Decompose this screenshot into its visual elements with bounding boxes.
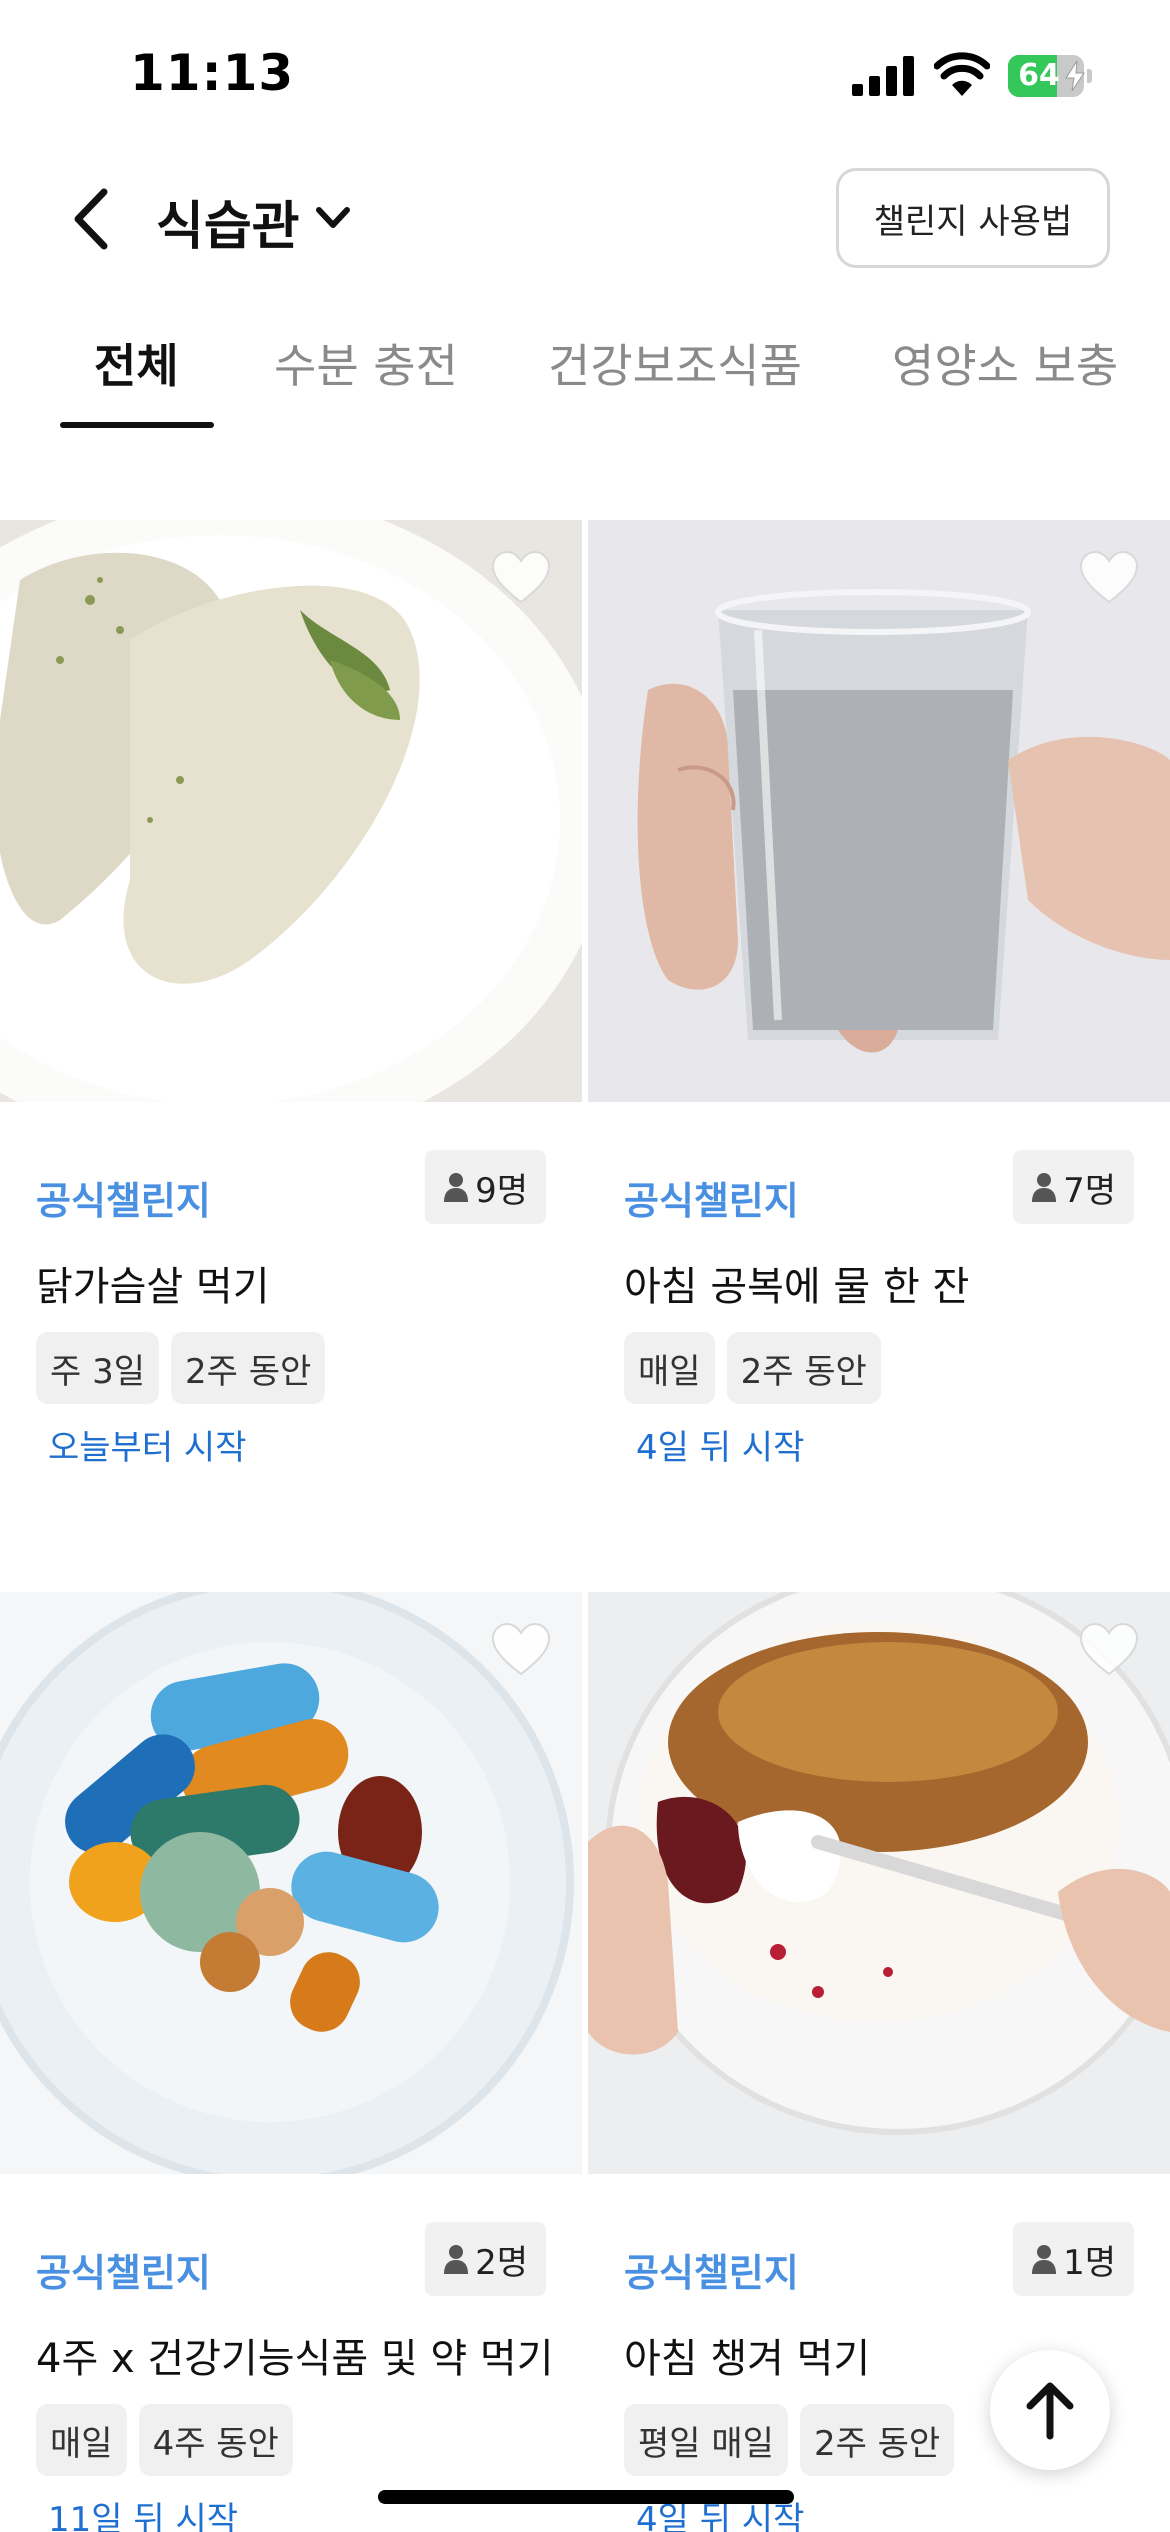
battery-cap — [1087, 69, 1092, 83]
status-bar: 11:13 64 — [0, 0, 1170, 150]
challenge-title: 닭가슴살 먹기 — [36, 1264, 270, 1310]
challenge-card[interactable]: 공식챌린지 2명 4주 x 건강기능식품 및 약 먹기 매일 4주 동안 11일… — [0, 1592, 582, 2532]
challenge-image-water-glass — [588, 520, 1170, 1102]
frequency-tag: 주 3일 — [36, 1332, 159, 1404]
challenge-title: 아침 챙겨 먹기 — [624, 2336, 871, 2382]
frequency-tag: 매일 — [624, 1332, 715, 1404]
arrow-up-icon — [1026, 2382, 1074, 2440]
challenge-tags: 매일 2주 동안 — [624, 1332, 881, 1404]
home-indicator[interactable] — [378, 2490, 794, 2504]
start-date-text: 오늘부터 시작 — [48, 1428, 247, 1468]
duration-tag: 2주 동안 — [799, 2404, 955, 2476]
status-time: 11:13 — [130, 44, 295, 102]
tab-all[interactable]: 전체 — [94, 330, 179, 396]
official-challenge-badge: 공식챌린지 — [36, 2251, 211, 2295]
active-tab-indicator — [60, 422, 214, 428]
frequency-tag: 매일 — [36, 2404, 127, 2476]
member-count: 7명 — [1013, 1150, 1134, 1224]
member-count-text: 7명 — [1063, 1170, 1116, 1211]
person-icon — [444, 2245, 469, 2274]
challenge-card[interactable]: 공식챌린지 9명 닭가슴살 먹기 주 3일 2주 동안 오늘부터 시작 — [0, 520, 582, 1480]
member-count-text: 2명 — [475, 2242, 528, 2283]
official-challenge-badge: 공식챌린지 — [36, 1179, 211, 1223]
member-count: 9명 — [425, 1150, 546, 1224]
challenge-image-chicken-breast — [0, 520, 582, 1102]
tab-hydration[interactable]: 수분 충전 — [274, 330, 458, 396]
challenge-guide-button[interactable]: 챌린지 사용법 — [836, 168, 1110, 268]
person-icon — [444, 1173, 469, 1202]
person-icon — [1032, 2245, 1057, 2274]
scroll-top-button[interactable] — [990, 2350, 1110, 2470]
start-date-text: 4일 뒤 시작 — [636, 1428, 805, 1468]
start-date-text: 11일 뒤 시작 — [48, 2500, 238, 2532]
nav-header: 식습관 챌린지 사용법 — [0, 160, 1170, 280]
heart-icon[interactable] — [1078, 1622, 1140, 1678]
chevron-down-icon[interactable] — [314, 204, 352, 232]
challenge-image-breakfast-bowl — [588, 1592, 1170, 2174]
challenge-title: 아침 공복에 물 한 잔 — [624, 1264, 970, 1310]
frequency-tag: 평일 매일 — [624, 2404, 788, 2476]
official-challenge-badge: 공식챌린지 — [624, 2251, 799, 2295]
chevron-left-icon[interactable] — [66, 186, 116, 252]
wifi-icon — [934, 52, 990, 96]
challenge-card[interactable]: 공식챌린지 7명 아침 공복에 물 한 잔 매일 2주 동안 4일 뒤 시작 — [588, 520, 1170, 1480]
official-challenge-badge: 공식챌린지 — [624, 1179, 799, 1223]
member-count-text: 9명 — [475, 1170, 528, 1211]
person-icon — [1032, 1173, 1057, 1202]
tab-health-supplements[interactable]: 건강보조식품 — [548, 330, 802, 396]
category-tabs: 전체 수분 충전 건강보조식품 영양소 보충 — [0, 300, 1170, 430]
heart-icon[interactable] — [1078, 550, 1140, 606]
challenge-tags: 주 3일 2주 동안 — [36, 1332, 326, 1404]
signal-icon — [852, 56, 914, 96]
tab-nutrient-supplements[interactable]: 영양소 보충 — [892, 330, 1118, 396]
duration-tag: 2주 동안 — [726, 1332, 881, 1404]
heart-icon[interactable] — [490, 1622, 552, 1678]
page-title[interactable]: 식습관 — [156, 184, 300, 259]
member-count: 1명 — [1013, 2222, 1134, 2296]
duration-tag: 2주 동안 — [171, 1332, 326, 1404]
heart-icon[interactable] — [490, 550, 552, 606]
charging-bolt-icon — [1065, 61, 1085, 91]
challenge-tags: 매일 4주 동안 — [36, 2404, 293, 2476]
challenge-tags: 평일 매일 2주 동안 — [624, 2404, 955, 2476]
challenge-image-pills — [0, 1592, 582, 2174]
member-count: 2명 — [425, 2222, 546, 2296]
member-count-text: 1명 — [1063, 2242, 1116, 2283]
battery-percent: 64 — [1018, 58, 1060, 93]
challenge-title: 4주 x 건강기능식품 및 약 먹기 — [36, 2336, 554, 2382]
battery-indicator: 64 — [1008, 55, 1092, 97]
duration-tag: 4주 동안 — [138, 2404, 293, 2476]
